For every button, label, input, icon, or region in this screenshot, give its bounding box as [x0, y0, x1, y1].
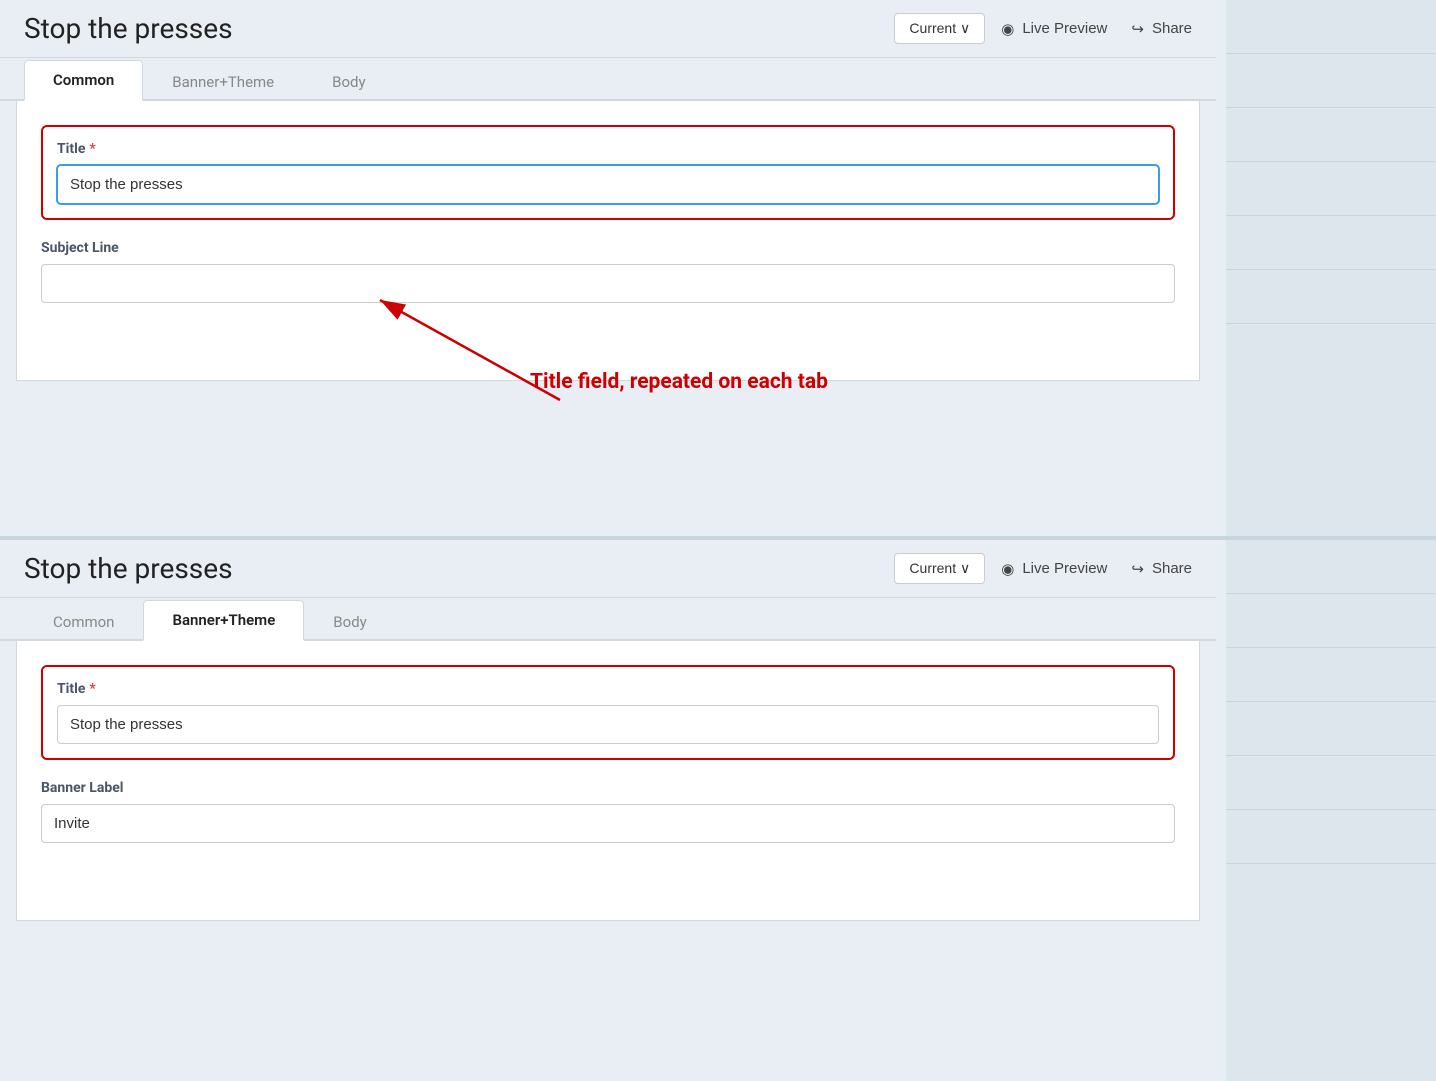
- bottom-sidebar-item-1: [1226, 540, 1436, 594]
- top-panel-inner: Stop the presses Current ∨ ◉ Live Previe…: [0, 0, 1216, 381]
- bottom-sidebar-item-5: [1226, 756, 1436, 810]
- top-share-label: Share: [1152, 20, 1192, 37]
- bottom-version-label: Current ∨: [909, 560, 970, 577]
- page-wrapper: Stop the presses Current ∨ ◉ Live Previe…: [0, 0, 1436, 1081]
- bottom-title-highlight-box: Title *: [41, 665, 1175, 760]
- bottom-title-input[interactable]: [57, 705, 1159, 744]
- bottom-eye-icon: ◉: [1001, 560, 1014, 578]
- top-sidebar-item-4: [1226, 162, 1436, 216]
- bottom-tab-banner-theme[interactable]: Banner+Theme: [143, 600, 304, 641]
- bottom-title-label: Title *: [57, 681, 1159, 697]
- top-right-sidebar: [1226, 0, 1436, 536]
- top-version-label: Current ∨: [909, 20, 970, 37]
- top-sidebar-item-2: [1226, 54, 1436, 108]
- bottom-sidebar-item-6: [1226, 810, 1436, 864]
- bottom-sidebar-item-3: [1226, 648, 1436, 702]
- top-title-input[interactable]: [57, 165, 1159, 204]
- top-title-required-star: *: [89, 141, 95, 157]
- bottom-right-sidebar: [1226, 540, 1436, 1081]
- bottom-header-actions: ◉ Live Preview ↪ Share: [1001, 560, 1192, 578]
- top-sidebar-item-6: [1226, 270, 1436, 324]
- bottom-share-icon: ↪: [1131, 560, 1144, 578]
- bottom-version-dropdown[interactable]: Current ∨: [894, 553, 985, 584]
- top-tab-common[interactable]: Common: [24, 60, 143, 101]
- top-content-area: Title * Subject Line: [16, 101, 1200, 381]
- bottom-live-preview-button[interactable]: ◉ Live Preview: [1001, 560, 1107, 578]
- top-header-actions: ◉ Live Preview ↪ Share: [1001, 20, 1192, 38]
- top-sidebar-item-5: [1226, 216, 1436, 270]
- bottom-share-button[interactable]: ↪ Share: [1131, 560, 1192, 578]
- bottom-banner-label-input[interactable]: [41, 804, 1175, 843]
- bottom-content-area: Title * Banner Label: [16, 641, 1200, 921]
- bottom-header-bar: Stop the presses Current ∨ ◉ Live Previe…: [0, 540, 1216, 598]
- eye-icon: ◉: [1001, 20, 1014, 38]
- bottom-live-preview-label: Live Preview: [1022, 560, 1107, 577]
- top-tab-body[interactable]: Body: [303, 62, 394, 101]
- bottom-panel-inner: Stop the presses Current ∨ ◉ Live Previe…: [0, 540, 1216, 921]
- top-title-highlight-box: Title *: [41, 125, 1175, 220]
- bottom-banner-label-label: Banner Label: [41, 780, 1175, 796]
- bottom-sidebar-item-4: [1226, 702, 1436, 756]
- bottom-tab-bar: Common Banner+Theme Body: [0, 598, 1216, 641]
- top-subject-line-input[interactable]: [41, 264, 1175, 303]
- top-share-button[interactable]: ↪ Share: [1131, 20, 1192, 38]
- bottom-tab-body[interactable]: Body: [304, 602, 395, 641]
- bottom-page-title: Stop the presses: [24, 552, 878, 585]
- top-page-title: Stop the presses: [24, 12, 878, 45]
- bottom-panel: Stop the presses Current ∨ ◉ Live Previe…: [0, 540, 1436, 1081]
- bottom-title-required-star: *: [89, 681, 95, 697]
- bottom-banner-label-group: Banner Label: [41, 780, 1175, 843]
- share-icon: ↪: [1131, 20, 1144, 38]
- top-live-preview-label: Live Preview: [1022, 20, 1107, 37]
- top-sidebar-item-1: [1226, 0, 1436, 54]
- top-sidebar-item-3: [1226, 108, 1436, 162]
- bottom-sidebar-item-2: [1226, 594, 1436, 648]
- top-tab-banner-theme[interactable]: Banner+Theme: [143, 62, 303, 101]
- top-header-bar: Stop the presses Current ∨ ◉ Live Previe…: [0, 0, 1216, 58]
- top-tab-bar: Common Banner+Theme Body: [0, 58, 1216, 101]
- top-subject-line-label: Subject Line: [41, 240, 1175, 256]
- top-title-label: Title *: [57, 141, 1159, 157]
- bottom-tab-common[interactable]: Common: [24, 602, 143, 641]
- top-version-dropdown[interactable]: Current ∨: [894, 13, 985, 44]
- top-subject-line-group: Subject Line: [41, 240, 1175, 303]
- top-panel: Stop the presses Current ∨ ◉ Live Previe…: [0, 0, 1436, 540]
- top-live-preview-button[interactable]: ◉ Live Preview: [1001, 20, 1107, 38]
- bottom-share-label: Share: [1152, 560, 1192, 577]
